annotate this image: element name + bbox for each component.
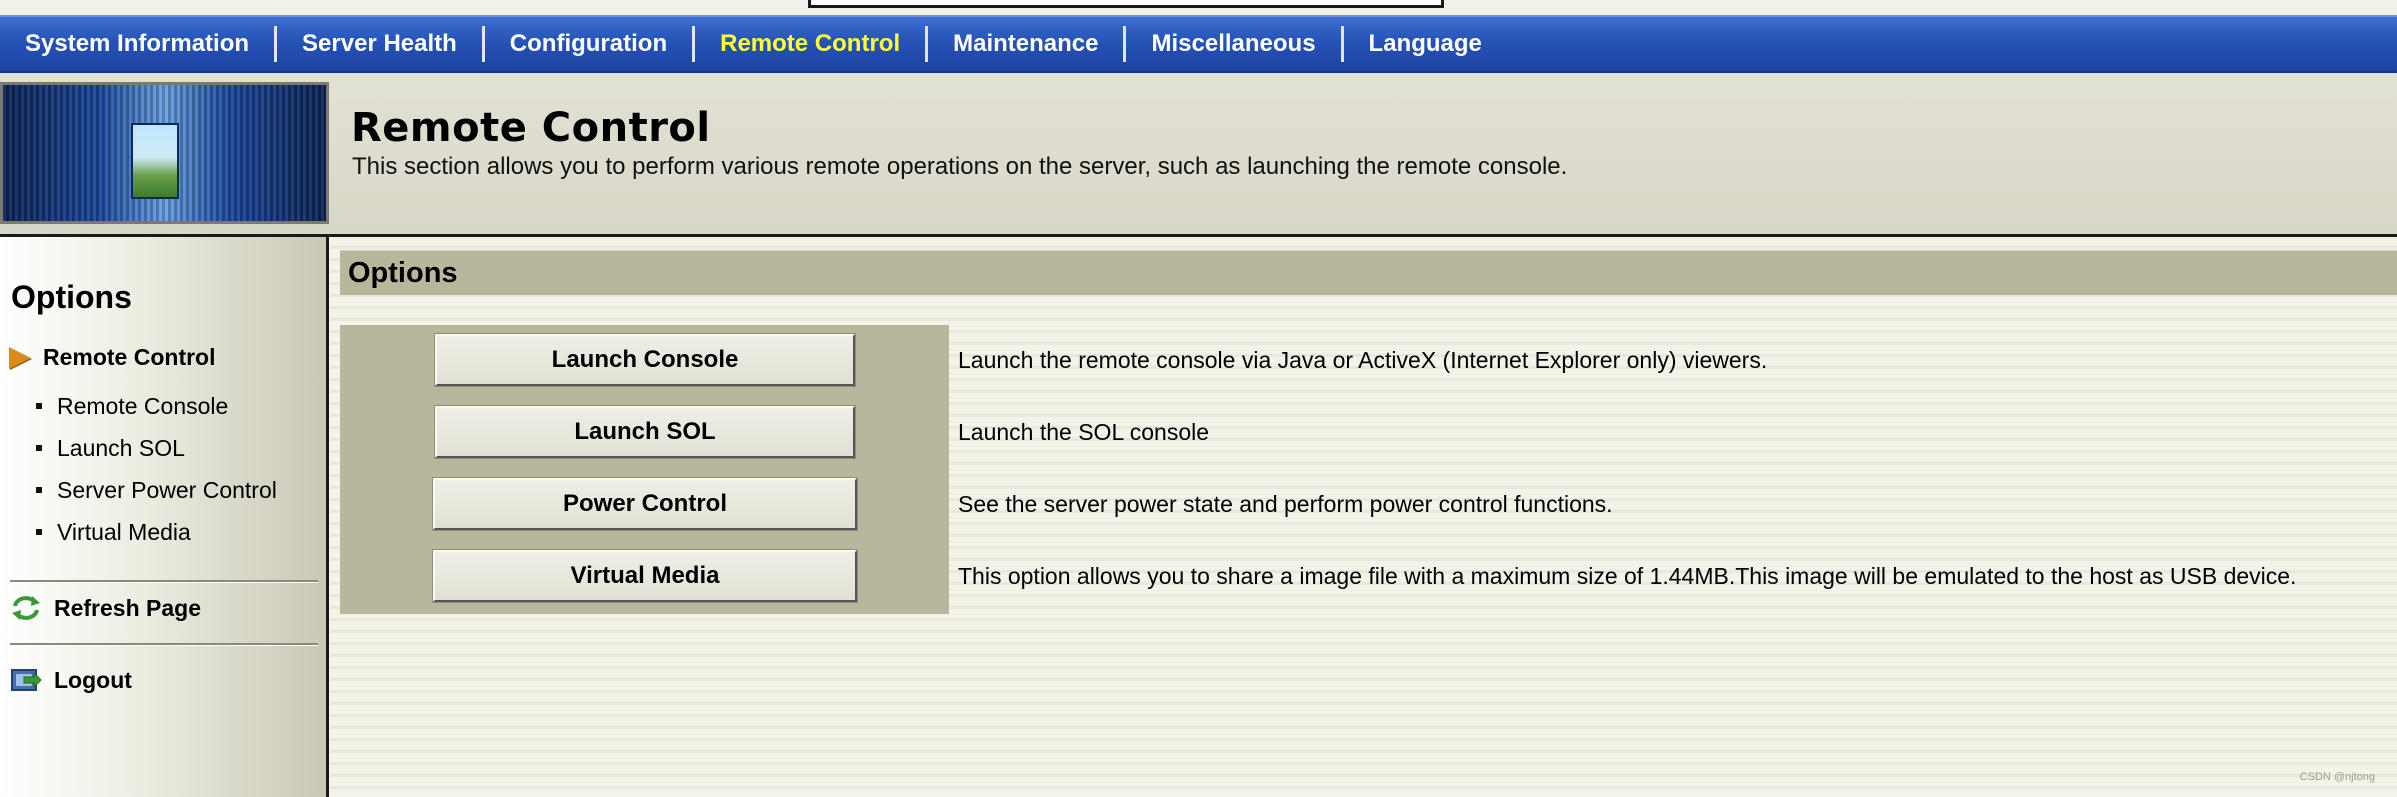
server-room-banner-image [0, 82, 329, 224]
sidebar-divider [10, 580, 318, 583]
sidebar-section-remote-control[interactable]: Remote Control [9, 344, 216, 371]
main-content: Options Launch Console Launch the remote… [329, 237, 2397, 797]
action-row-launch-sol: Launch SOL Launch the SOL console [329, 405, 2397, 462]
launch-console-button[interactable]: Launch Console [434, 333, 856, 387]
virtual-media-button[interactable]: Virtual Media [432, 549, 858, 603]
bullet-icon [36, 445, 42, 451]
sidebar-item-virtual-media[interactable]: Virtual Media [36, 511, 277, 553]
sidebar-item-server-power-control[interactable]: Server Power Control [36, 469, 277, 511]
sidebar-item-remote-console[interactable]: Remote Console [36, 385, 277, 427]
action-row-power-control: Power Control See the server power state… [329, 477, 2397, 534]
nav-remote-control[interactable]: Remote Control [695, 15, 925, 73]
sidebar-divider [10, 643, 318, 646]
watermark: CSDN @njtong [2299, 771, 2375, 783]
sidebar-heading: Options [11, 279, 132, 315]
orange-arrow-icon [9, 346, 31, 369]
sidebar: Options Remote Control Remote Console La… [0, 237, 329, 797]
action-description: This option allows you to share a image … [958, 563, 2297, 589]
refresh-page-label: Refresh Page [54, 594, 202, 621]
page-title: Remote Control [351, 105, 711, 151]
action-row-virtual-media: Virtual Media This option allows you to … [329, 549, 2397, 606]
page-description: This section allows you to perform vario… [352, 153, 1568, 180]
action-row-launch-console: Launch Console Launch the remote console… [329, 333, 2397, 390]
sidebar-list: Remote Console Launch SOL Server Power C… [36, 385, 277, 553]
action-description: Launch the SOL console [958, 419, 1210, 445]
nav-configuration[interactable]: Configuration [485, 15, 692, 73]
logout-label: Logout [54, 666, 132, 693]
bullet-icon [36, 529, 42, 535]
sidebar-item-label: Launch SOL [57, 434, 185, 461]
refresh-icon [12, 596, 40, 620]
nav-miscellaneous[interactable]: Miscellaneous [1126, 15, 1340, 73]
sidebar-item-label: Server Power Control [57, 476, 277, 503]
banner-doorway [131, 123, 179, 199]
sidebar-item-label: Remote Console [57, 392, 229, 419]
nav-maintenance[interactable]: Maintenance [928, 15, 1123, 73]
options-title-bar: Options [340, 250, 2397, 295]
page-header: Remote Control This section allows you t… [0, 73, 2397, 237]
top-frame-box [808, 0, 1444, 8]
top-navigation-bar: System Information Server Health Configu… [0, 15, 2397, 73]
nav-server-health[interactable]: Server Health [277, 15, 482, 73]
refresh-page-link[interactable]: Refresh Page [10, 594, 201, 622]
launch-sol-button[interactable]: Launch SOL [434, 405, 856, 459]
nav-language[interactable]: Language [1344, 15, 1507, 73]
nav-system-information[interactable]: System Information [0, 15, 274, 73]
sidebar-item-label: Virtual Media [57, 518, 191, 545]
action-description: Launch the remote console via Java or Ac… [958, 347, 1768, 373]
logout-icon [11, 669, 42, 691]
logout-link[interactable]: Logout [10, 666, 132, 694]
bullet-icon [36, 403, 42, 409]
sidebar-section-label: Remote Control [43, 344, 216, 370]
sidebar-item-launch-sol[interactable]: Launch SOL [36, 427, 277, 469]
power-control-button[interactable]: Power Control [432, 477, 858, 531]
bullet-icon [36, 487, 42, 493]
action-description: See the server power state and perform p… [958, 491, 1613, 517]
options-title: Options [348, 257, 458, 289]
